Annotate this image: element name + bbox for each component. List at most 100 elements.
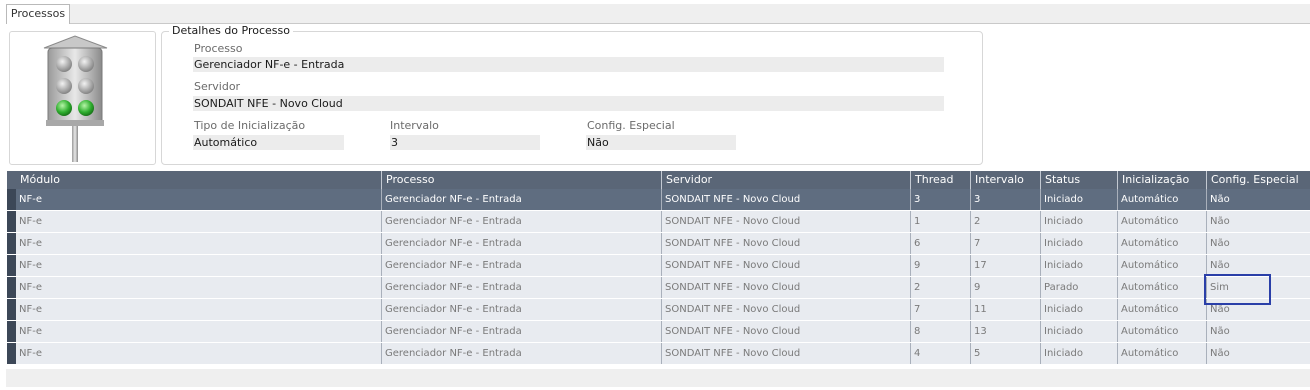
- intervalo-label: Intervalo: [390, 119, 439, 132]
- row-indicator: [7, 189, 16, 210]
- tipo-inicializacao-value: Automático: [193, 135, 344, 150]
- lamp-green-right: [78, 100, 94, 116]
- col-header-thread[interactable]: Thread: [910, 171, 970, 189]
- cell-servidor: SONDAIT NFE - Novo Cloud: [661, 211, 910, 232]
- row-indicator: [7, 299, 16, 320]
- cell-modulo: NF-e: [19, 348, 42, 359]
- col-header-intervalo[interactable]: Intervalo: [970, 171, 1040, 189]
- traffic-light-icon: [43, 35, 108, 162]
- cell-servidor: SONDAIT NFE - Novo Cloud: [661, 277, 910, 298]
- cell-processo: Gerenciador NF-e - Entrada: [381, 255, 661, 276]
- table-row[interactable]: NF-e Gerenciador NF-e - Entrada SONDAIT NF…: [7, 211, 1310, 233]
- cell-modulo: NF-e: [19, 260, 42, 271]
- table-row[interactable]: NF-e Gerenciador NF-e - Entrada SONDAIT NF…: [7, 189, 1310, 211]
- details-title: Detalhes do Processo: [169, 24, 293, 37]
- lamp-top-right: [78, 56, 94, 72]
- table-row[interactable]: NF-e Gerenciador NF-e - Entrada SONDAIT NF…: [7, 321, 1310, 343]
- tab-processos[interactable]: Processos: [6, 4, 70, 24]
- cell-thread: 6: [910, 233, 970, 254]
- table-body: NF-e Gerenciador NF-e - Entrada SONDAIT NF…: [7, 189, 1310, 365]
- cell-servidor: SONDAIT NFE - Novo Cloud: [661, 233, 910, 254]
- traffic-light-panel: [9, 31, 156, 165]
- cell-intervalo: 9: [970, 277, 1040, 298]
- cell-config-especial: Não: [1206, 343, 1310, 364]
- cell-intervalo: 5: [970, 343, 1040, 364]
- table-row[interactable]: NF-e Gerenciador NF-e - Entrada SONDAIT NF…: [7, 277, 1310, 299]
- cell-status: Parado: [1040, 277, 1117, 298]
- row-indicator: [7, 277, 16, 298]
- cell-status: Iniciado: [1040, 211, 1117, 232]
- row-indicator: [7, 255, 16, 276]
- lamp-green-left: [56, 100, 72, 116]
- cell-thread: 2: [910, 277, 970, 298]
- cell-processo: Gerenciador NF-e - Entrada: [381, 233, 661, 254]
- cell-config-especial: Não: [1206, 189, 1310, 210]
- servidor-label: Servidor: [194, 80, 241, 93]
- col-header-servidor[interactable]: Servidor: [661, 171, 910, 189]
- config-especial-value: Não: [586, 135, 736, 150]
- row-indicator: [7, 321, 16, 342]
- cell-status: Iniciado: [1040, 255, 1117, 276]
- cell-status: Iniciado: [1040, 343, 1117, 364]
- cell-modulo: NF-e: [19, 238, 42, 249]
- cell-thread: 7: [910, 299, 970, 320]
- table-row[interactable]: NF-e Gerenciador NF-e - Entrada SONDAIT NF…: [7, 343, 1310, 365]
- cell-inicializacao: Automático: [1117, 233, 1206, 254]
- cell-status: Iniciado: [1040, 299, 1117, 320]
- bottom-strip: [6, 369, 1310, 387]
- cell-intervalo: 17: [970, 255, 1040, 276]
- cell-inicializacao: Automático: [1117, 189, 1206, 210]
- cell-thread: 8: [910, 321, 970, 342]
- cell-inicializacao: Automático: [1117, 277, 1206, 298]
- table-row[interactable]: NF-e Gerenciador NF-e - Entrada SONDAIT NF…: [7, 233, 1310, 255]
- cell-intervalo: 7: [970, 233, 1040, 254]
- cell-processo: Gerenciador NF-e - Entrada: [381, 343, 661, 364]
- cell-config-especial: Não: [1206, 255, 1310, 276]
- cell-processo: Gerenciador NF-e - Entrada: [381, 211, 661, 232]
- cell-inicializacao: Automático: [1117, 321, 1206, 342]
- table-header: Módulo Processo Servidor Thread Interval…: [7, 171, 1310, 189]
- tab-strip: Processos: [6, 4, 1310, 24]
- processo-value: Gerenciador NF-e - Entrada: [193, 57, 944, 72]
- cell-intervalo: 13: [970, 321, 1040, 342]
- cell-thread: 9: [910, 255, 970, 276]
- details-panel: Detalhes do Processo Processo Gerenciado…: [161, 24, 983, 165]
- cell-modulo: NF-e: [19, 326, 42, 337]
- cell-inicializacao: Automático: [1117, 255, 1206, 276]
- cell-processo: Gerenciador NF-e - Entrada: [381, 321, 661, 342]
- col-header-config-especial[interactable]: Config. Especial: [1206, 171, 1310, 189]
- processo-label: Processo: [194, 42, 243, 55]
- cell-inicializacao: Automático: [1117, 299, 1206, 320]
- col-header-status[interactable]: Status: [1040, 171, 1117, 189]
- cell-thread: 1: [910, 211, 970, 232]
- cell-intervalo: 2: [970, 211, 1040, 232]
- cell-servidor: SONDAIT NFE - Novo Cloud: [661, 189, 910, 210]
- tipo-inicializacao-label: Tipo de Inicialização: [194, 119, 306, 132]
- cell-inicializacao: Automático: [1117, 343, 1206, 364]
- cell-status: Iniciado: [1040, 321, 1117, 342]
- cell-servidor: SONDAIT NFE - Novo Cloud: [661, 343, 910, 364]
- col-header-inicializacao[interactable]: Inicialização: [1117, 171, 1206, 189]
- lamp-mid-left: [56, 78, 72, 94]
- col-header-processo[interactable]: Processo: [381, 171, 661, 189]
- cell-thread: 3: [910, 189, 970, 210]
- cell-status: Iniciado: [1040, 233, 1117, 254]
- cell-processo: Gerenciador NF-e - Entrada: [381, 189, 661, 210]
- config-especial-label: Config. Especial: [587, 119, 675, 132]
- cell-servidor: SONDAIT NFE - Novo Cloud: [661, 255, 910, 276]
- row-indicator: [7, 211, 16, 232]
- cell-intervalo: 3: [970, 189, 1040, 210]
- table-row[interactable]: NF-e Gerenciador NF-e - Entrada SONDAIT NF…: [7, 299, 1310, 321]
- cell-processo: Gerenciador NF-e - Entrada: [381, 299, 661, 320]
- table-row[interactable]: NF-e Gerenciador NF-e - Entrada SONDAIT NF…: [7, 255, 1310, 277]
- cell-modulo: NF-e: [19, 194, 42, 205]
- row-indicator: [7, 343, 16, 364]
- cell-servidor: SONDAIT NFE - Novo Cloud: [661, 299, 910, 320]
- cell-modulo: NF-e: [19, 282, 42, 293]
- cell-status: Iniciado: [1040, 189, 1117, 210]
- col-header-modulo[interactable]: Módulo: [16, 171, 388, 189]
- lamp-mid-right: [78, 78, 94, 94]
- cell-intervalo: 11: [970, 299, 1040, 320]
- cell-thread: 4: [910, 343, 970, 364]
- intervalo-value: 3: [390, 135, 540, 150]
